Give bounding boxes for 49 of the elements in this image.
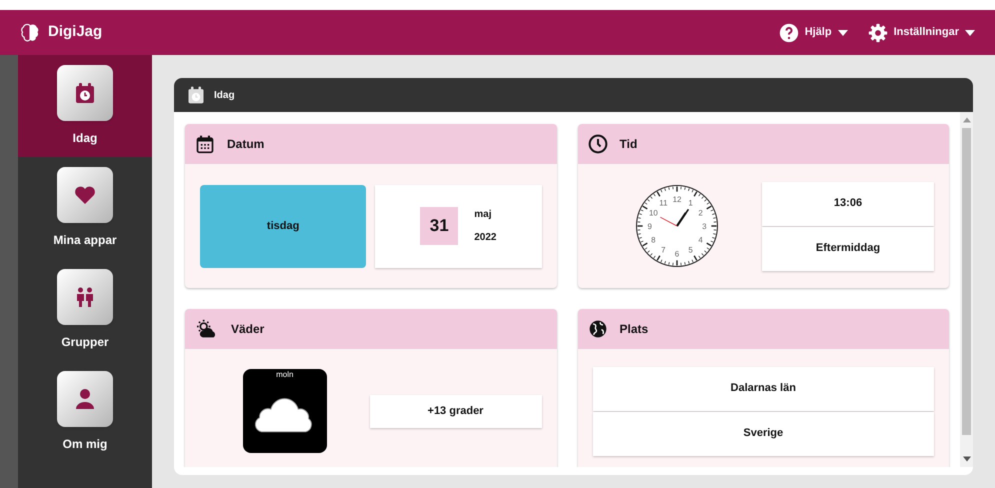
globe-icon xyxy=(588,319,608,339)
caret-icon xyxy=(838,30,848,36)
header-menu[interactable]: Hjälp xyxy=(778,22,848,42)
country-text: Sverige xyxy=(592,412,934,456)
dial-number: 12 xyxy=(672,194,682,204)
scroll-up-icon[interactable] xyxy=(962,116,970,124)
settings-icon xyxy=(868,22,888,42)
temperature-text: +13 grader xyxy=(370,394,542,428)
dial-number: 10 xyxy=(649,208,658,218)
dial-number: 11 xyxy=(660,198,668,208)
sidebar-item[interactable]: Idag xyxy=(18,55,152,157)
caret-icon xyxy=(965,30,975,36)
clock-icon xyxy=(588,134,608,154)
card-title: Tid xyxy=(620,136,638,153)
scrollbar[interactable] xyxy=(960,112,973,467)
scroll-thumb[interactable] xyxy=(962,128,971,435)
dial-number: 6 xyxy=(675,249,680,258)
day-number: 31 xyxy=(420,207,458,245)
dial-number: 8 xyxy=(651,236,656,245)
sidebar-item[interactable]: Om mig xyxy=(18,361,152,463)
app-name: DigiJag xyxy=(48,22,102,42)
card-title: Plats xyxy=(620,321,648,338)
sidebar-item[interactable]: Grupper xyxy=(18,259,152,361)
pictogram-label: moln xyxy=(276,371,294,379)
region-text: Dalarnas län xyxy=(592,366,934,410)
header-menu[interactable]: Inställningar xyxy=(868,22,975,42)
card-title: Datum xyxy=(227,136,264,153)
help-icon xyxy=(778,22,799,42)
calendar-icon xyxy=(195,134,215,154)
weekday-tile: tisdag xyxy=(200,184,366,268)
dial-number: 5 xyxy=(688,246,694,255)
panel-title: Idag xyxy=(214,88,235,102)
calendar-clock-icon xyxy=(186,85,206,105)
dial-number: 1 xyxy=(688,198,694,208)
dial-number: 7 xyxy=(661,246,666,255)
person-icon xyxy=(73,387,97,411)
year-text: 2022 xyxy=(474,231,496,245)
sidebar-item[interactable]: Mina appar xyxy=(18,157,152,259)
calendar-clock-icon xyxy=(73,81,97,105)
scroll-down-icon[interactable] xyxy=(962,455,970,463)
dial-number: 2 xyxy=(698,208,704,218)
dial-number: 3 xyxy=(702,222,707,232)
period-text: Eftermiddag xyxy=(762,226,934,270)
time-text: 13:06 xyxy=(762,182,934,226)
card-title: Väder xyxy=(231,321,264,338)
brain-logo-icon xyxy=(20,22,40,42)
dial-number: 9 xyxy=(648,222,652,232)
dial-number: 4 xyxy=(698,236,704,245)
month-text: maj xyxy=(474,208,492,222)
